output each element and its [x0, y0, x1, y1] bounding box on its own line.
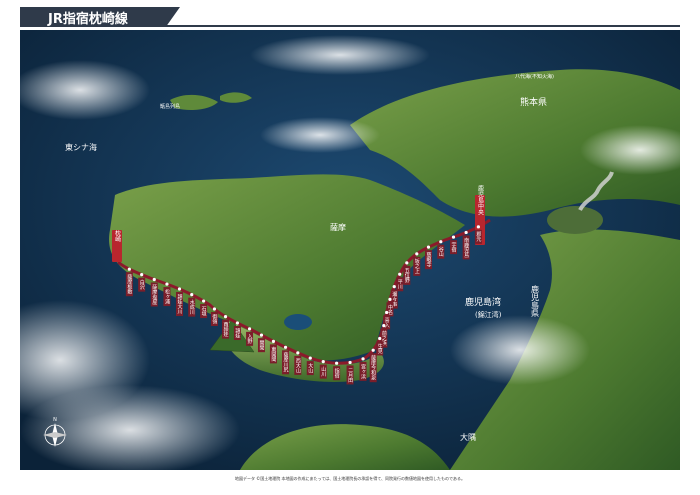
station-tag[interactable]: 薩摩今和泉 — [369, 348, 377, 383]
station-dot — [388, 297, 392, 301]
satsuma-label: 薩摩 — [330, 222, 346, 232]
station-dot — [361, 357, 365, 361]
station-dot — [439, 240, 443, 244]
station-dot — [385, 310, 389, 315]
station-label: 入野 — [247, 334, 253, 345]
station-label: 薩摩板敷 — [126, 274, 132, 296]
station-label: 宇宿 — [450, 242, 456, 254]
station-dot — [283, 345, 288, 349]
station-dot — [259, 333, 264, 337]
map-svg[interactable]: 鹿児島中央 枕崎 郡元南鹿児島宇宿谷山慈眼寺坂之上五位野平川瀬々串中名喜入前之浜… — [20, 30, 680, 470]
station-label: 石垣 — [201, 306, 207, 316]
sakurajima — [547, 206, 603, 234]
station-label: 大山 — [307, 362, 313, 374]
station-label: 二月田 — [347, 367, 353, 383]
station-dot — [271, 339, 276, 343]
station-label: 西頴娃 — [223, 322, 229, 338]
station-dot — [235, 321, 240, 325]
station-dot — [426, 245, 431, 249]
station-label: 薩摩塩屋 — [151, 284, 157, 306]
terminal-end-label: 枕崎 — [114, 229, 121, 242]
station-dot — [392, 284, 396, 289]
station-label: 郡元 — [475, 231, 481, 243]
station-dot — [335, 361, 339, 365]
station-label: 坂之上 — [414, 258, 420, 274]
terminal-end-marker[interactable]: 枕崎 — [112, 229, 122, 262]
footer-credits: 地図データ ©国土地理院 本地図の作成にあたっては、国土地理院長の承認を得て、同… — [234, 476, 466, 481]
station-label: 平川 — [397, 279, 403, 289]
east-china-sea-label: 東シナ海 — [65, 142, 97, 152]
koshiki-label: 甑島列島 — [160, 103, 180, 110]
station-label: 慈眼寺 — [425, 252, 431, 268]
station-dot — [212, 307, 217, 311]
station-label: 宮ヶ浜 — [360, 363, 366, 380]
station-dot — [378, 336, 382, 341]
station-dot — [247, 327, 252, 331]
cloud — [450, 315, 590, 385]
station-label: 御領 — [211, 313, 217, 325]
station-dot — [371, 348, 375, 352]
station-label: 水成川 — [189, 299, 195, 315]
station-dot — [202, 299, 206, 303]
station-dot — [223, 315, 228, 319]
station-label: 頴娃大川 — [176, 293, 182, 314]
station-label: 中名 — [387, 304, 393, 316]
station-dot — [127, 267, 131, 271]
station-label: 西大山 — [295, 358, 301, 374]
page-title: JR指宿枕崎線 — [48, 12, 128, 27]
cloud — [250, 35, 430, 75]
station-dot — [464, 230, 468, 235]
station-label: 南鹿児島 — [463, 237, 469, 259]
station-label: 薩摩今和泉 — [370, 355, 376, 381]
title-bar: JR指宿枕崎線 — [20, 7, 680, 27]
station-label: 薩摩川尻 — [283, 352, 289, 374]
yatsushiro-label: 八代海(不知火海) — [515, 73, 554, 80]
kagoshima-bay-label: 鹿児島湾 — [465, 296, 501, 308]
station-label: 生見 — [377, 343, 383, 355]
station-dot — [382, 324, 386, 328]
station-dot — [296, 351, 300, 355]
station-label: 東開聞 — [270, 346, 276, 363]
station-dot — [348, 360, 352, 365]
station-dot — [321, 360, 325, 364]
osumi-label: 大隅 — [460, 432, 476, 442]
station-label: 指宿 — [334, 368, 340, 380]
kagoshima-label: 鹿児島県 — [531, 284, 540, 318]
station-dot — [398, 272, 402, 276]
station-dot — [165, 282, 169, 286]
lake-ikeda — [284, 314, 312, 330]
station-dot — [190, 293, 194, 297]
station-label: 頴娃 — [234, 327, 240, 339]
station-label: 谷山 — [438, 246, 444, 258]
kagoshima-bay-alt-label: (錦江湾) — [475, 310, 502, 319]
station-dot — [415, 252, 419, 256]
station-dot — [152, 277, 156, 282]
station-dot — [405, 261, 409, 265]
map-frame[interactable]: 鹿児島中央 枕崎 郡元 南鹿児島 宇宿 谷山 慈眼寺 坂之上 五位野 平川 瀬々串 中名 喜入 前之浜… — [20, 30, 680, 470]
station-label: 開聞 — [258, 340, 264, 351]
station-dot — [308, 356, 312, 360]
station-label: 五位野 — [404, 268, 410, 284]
station-dot — [476, 225, 480, 229]
station-dot — [140, 273, 144, 277]
kumamoto-label: 熊本県 — [520, 96, 547, 108]
station-label: 山川 — [320, 366, 326, 377]
station-label: 松ヶ浦 — [164, 288, 170, 305]
station-dot — [177, 287, 182, 291]
svg-text:N: N — [53, 417, 57, 423]
station-dot — [451, 235, 456, 239]
cloud — [260, 117, 380, 153]
terminal-start-label: 鹿児島中央 — [477, 184, 484, 216]
station-label: 白沢 — [139, 279, 145, 291]
